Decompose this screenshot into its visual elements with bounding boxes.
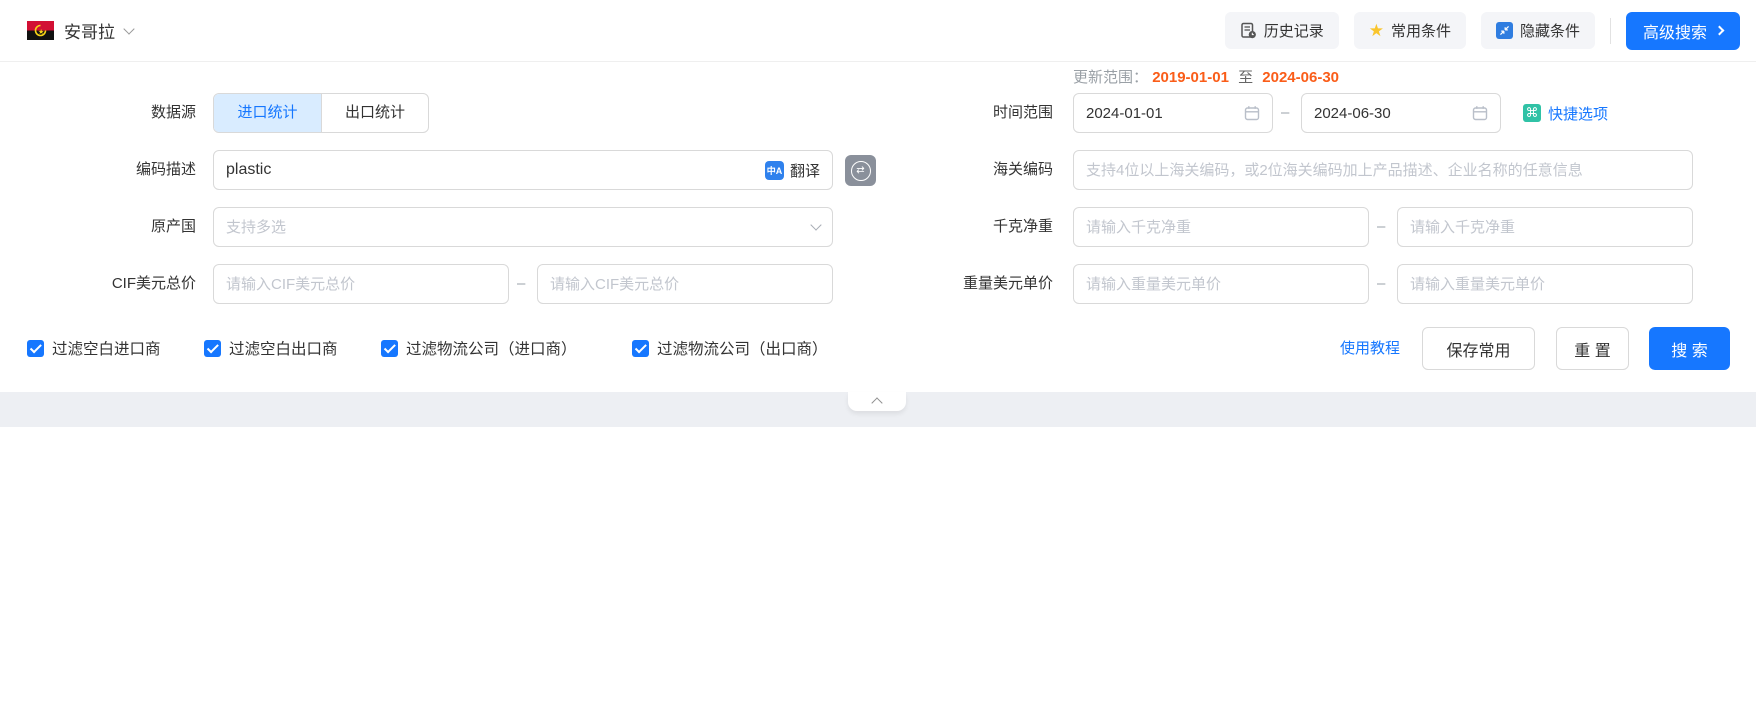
unit-price-min-input[interactable] bbox=[1073, 264, 1369, 304]
range-dash: – bbox=[1281, 93, 1289, 133]
filter-label: 过滤空白进口商 bbox=[52, 337, 161, 359]
top-bar-actions: 历史记录 ★ 常用条件 隐藏条件 高级搜索 bbox=[1225, 12, 1740, 50]
range-dash: – bbox=[1377, 207, 1385, 247]
quick-options-link[interactable]: ⌘ 快捷选项 bbox=[1523, 93, 1608, 133]
search-button[interactable]: 搜 索 bbox=[1649, 327, 1730, 370]
filter-logistics-exporter: 过滤物流公司（出口商） bbox=[632, 337, 828, 359]
filter-blank-importer: 过滤空白进口商 bbox=[27, 337, 161, 359]
net-weight-label: 千克净重 bbox=[903, 207, 1053, 247]
quick-options-label: 快捷选项 bbox=[1548, 103, 1608, 124]
net-weight-min-input[interactable] bbox=[1073, 207, 1369, 247]
update-range-separator: 至 bbox=[1238, 69, 1253, 86]
chevron-right-icon bbox=[1715, 26, 1725, 36]
advanced-search-button[interactable]: 高级搜索 bbox=[1626, 12, 1740, 50]
history-label: 历史记录 bbox=[1264, 20, 1324, 41]
net-weight-max-field[interactable] bbox=[1410, 219, 1680, 236]
code-desc-value[interactable] bbox=[226, 161, 765, 179]
reset-button[interactable]: 重 置 bbox=[1556, 327, 1629, 370]
range-dash: – bbox=[1377, 264, 1385, 304]
divider bbox=[1610, 18, 1611, 44]
tab-export-stats[interactable]: 出口统计 bbox=[321, 94, 428, 132]
translate-button[interactable]: 中A 翻译 bbox=[765, 160, 820, 181]
country-selector[interactable]: ★ 安哥拉 bbox=[27, 18, 133, 43]
net-weight-min-field[interactable] bbox=[1086, 219, 1356, 236]
angola-flag-icon: ★ bbox=[27, 21, 54, 40]
code-desc-label: 编码描述 bbox=[10, 150, 196, 190]
date-from-input[interactable] bbox=[1073, 93, 1273, 133]
filter-label: 过滤物流公司（进口商） bbox=[406, 337, 577, 359]
top-bar: ★ 安哥拉 历史记录 ★ 常用条件 bbox=[0, 0, 1756, 62]
tab-import-stats[interactable]: 进口统计 bbox=[214, 94, 321, 132]
trade-data-search-page: ★ 安哥拉 历史记录 ★ 常用条件 bbox=[0, 0, 1756, 714]
data-source-label: 数据源 bbox=[10, 93, 196, 133]
translate-icon: 中A bbox=[765, 161, 784, 180]
calendar-icon[interactable] bbox=[1472, 105, 1488, 121]
checkbox-checked-icon[interactable] bbox=[381, 340, 398, 357]
translate-label: 翻译 bbox=[790, 160, 820, 181]
history-button[interactable]: 历史记录 bbox=[1225, 12, 1339, 49]
cif-min-field[interactable] bbox=[226, 276, 496, 293]
update-range-label: 更新范围： bbox=[1073, 69, 1148, 86]
cif-max-field[interactable] bbox=[550, 276, 820, 293]
code-desc-input[interactable]: 中A 翻译 bbox=[213, 150, 833, 190]
unit-price-min-field[interactable] bbox=[1086, 276, 1356, 293]
results-panel: 共匹配到 3055 条记录 进入报告 导出Excel bbox=[0, 427, 1756, 714]
save-favorite-button[interactable]: 保存常用 bbox=[1422, 327, 1535, 370]
time-range-label: 时间范围 bbox=[903, 93, 1053, 133]
exchange-button[interactable]: ⇄ bbox=[845, 155, 876, 186]
date-to-value[interactable] bbox=[1314, 105, 1472, 122]
checkbox-checked-icon[interactable] bbox=[204, 340, 221, 357]
customs-code-field[interactable] bbox=[1086, 162, 1680, 179]
range-dash: – bbox=[517, 264, 525, 304]
exchange-icon: ⇄ bbox=[851, 161, 871, 181]
net-weight-max-input[interactable] bbox=[1397, 207, 1693, 247]
collapse-panel-tab[interactable] bbox=[848, 392, 906, 411]
date-to-input[interactable] bbox=[1301, 93, 1501, 133]
unit-price-max-input[interactable] bbox=[1397, 264, 1693, 304]
collapse-arrows-icon bbox=[1496, 22, 1513, 39]
filter-logistics-importer: 过滤物流公司（进口商） bbox=[381, 337, 577, 359]
chevron-down-icon bbox=[123, 23, 134, 34]
history-icon bbox=[1240, 22, 1257, 39]
update-range-from: 2019-01-01 bbox=[1152, 69, 1229, 86]
hide-conditions-button[interactable]: 隐藏条件 bbox=[1481, 12, 1595, 49]
unit-price-max-field[interactable] bbox=[1410, 276, 1680, 293]
unit-price-label: 重量美元单价 bbox=[903, 264, 1053, 304]
chevron-down-icon bbox=[810, 219, 821, 230]
update-range-to: 2024-06-30 bbox=[1262, 69, 1339, 86]
checkbox-checked-icon[interactable] bbox=[27, 340, 44, 357]
filter-label: 过滤空白出口商 bbox=[229, 337, 338, 359]
tutorial-link[interactable]: 使用教程 bbox=[1340, 327, 1400, 370]
origin-country-label: 原产国 bbox=[10, 207, 196, 247]
advanced-search-label: 高级搜索 bbox=[1643, 19, 1707, 43]
favorites-button[interactable]: ★ 常用条件 bbox=[1354, 12, 1466, 49]
customs-code-input[interactable] bbox=[1073, 150, 1693, 190]
chevron-up-icon bbox=[871, 397, 882, 408]
hide-conditions-label: 隐藏条件 bbox=[1520, 20, 1580, 41]
favorites-label: 常用条件 bbox=[1391, 20, 1451, 41]
origin-country-select[interactable] bbox=[213, 207, 833, 247]
data-source-tabs: 进口统计 出口统计 bbox=[213, 93, 429, 133]
customs-code-label: 海关编码 bbox=[903, 150, 1053, 190]
command-icon: ⌘ bbox=[1523, 104, 1541, 122]
filter-blank-exporter: 过滤空白出口商 bbox=[204, 337, 338, 359]
cif-max-input[interactable] bbox=[537, 264, 833, 304]
star-icon: ★ bbox=[1369, 22, 1384, 39]
calendar-icon[interactable] bbox=[1244, 105, 1260, 121]
checkbox-checked-icon[interactable] bbox=[632, 340, 649, 357]
cif-min-input[interactable] bbox=[213, 264, 509, 304]
country-name: 安哥拉 bbox=[64, 18, 115, 43]
origin-country-field[interactable] bbox=[226, 219, 812, 236]
cif-price-label: CIF美元总价 bbox=[10, 264, 196, 304]
update-range-note: 更新范围： 2019-01-01 至 2024-06-30 bbox=[1073, 66, 1339, 87]
filter-label: 过滤物流公司（出口商） bbox=[657, 337, 828, 359]
svg-text:★: ★ bbox=[38, 28, 44, 36]
date-from-value[interactable] bbox=[1086, 105, 1244, 122]
